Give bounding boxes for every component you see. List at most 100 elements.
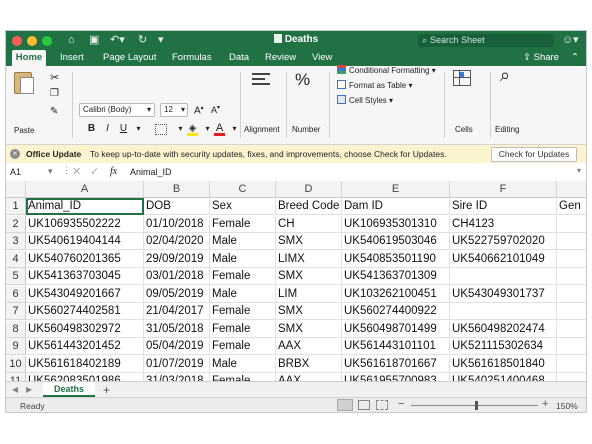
cell[interactable]: 05/04/2019 bbox=[144, 338, 210, 355]
alignment-icon[interactable] bbox=[252, 70, 270, 88]
cell[interactable]: Dam ID bbox=[342, 198, 450, 215]
cell[interactable]: UK560274402581 bbox=[26, 303, 144, 320]
borders-icon[interactable] bbox=[152, 122, 170, 135]
row-header[interactable]: 4 bbox=[6, 250, 26, 268]
cell[interactable]: AAX bbox=[276, 373, 342, 381]
select-all-corner[interactable] bbox=[6, 181, 26, 198]
cell[interactable]: UK543049201667 bbox=[26, 285, 144, 303]
cell[interactable]: 31/03/2018 bbox=[144, 373, 210, 381]
underline-button[interactable]: U bbox=[117, 122, 130, 135]
increase-font-size-icon[interactable]: A▴ bbox=[194, 104, 204, 116]
cell[interactable]: 01/07/2019 bbox=[144, 355, 210, 373]
font-size-select[interactable]: 12 ▾ bbox=[160, 103, 188, 117]
column-header[interactable] bbox=[557, 181, 586, 198]
row-header[interactable]: 11 bbox=[6, 373, 26, 381]
cell[interactable]: Female bbox=[210, 373, 276, 381]
cell[interactable]: UK106935502222 bbox=[26, 215, 144, 233]
page-break-view-icon[interactable] bbox=[376, 400, 388, 410]
column-header[interactable]: A bbox=[26, 181, 144, 198]
cell[interactable]: UK561618501840 bbox=[450, 355, 557, 373]
magnifier-icon[interactable]: ⌕ bbox=[500, 65, 510, 86]
row-header[interactable]: 2 bbox=[6, 215, 26, 233]
normal-view-icon[interactable] bbox=[337, 399, 353, 411]
cell[interactable]: UK561955700983 bbox=[342, 373, 450, 381]
cell[interactable]: UK560498701499 bbox=[342, 320, 450, 338]
cancel-icon[interactable]: ✕ bbox=[72, 165, 81, 178]
tab-review[interactable]: Review bbox=[265, 50, 296, 66]
cell[interactable]: Animal_ID bbox=[26, 198, 144, 215]
cell[interactable]: UK540619503046 bbox=[342, 233, 450, 250]
name-box[interactable]: A1 bbox=[10, 167, 21, 177]
cell[interactable] bbox=[557, 251, 586, 268]
cell[interactable]: UK540619404144 bbox=[26, 233, 144, 250]
page-layout-view-icon[interactable] bbox=[358, 400, 370, 410]
cell[interactable] bbox=[557, 286, 586, 303]
share-button[interactable]: ⇪ Share bbox=[523, 50, 559, 66]
cell[interactable]: Female bbox=[210, 268, 276, 285]
cell[interactable]: Female bbox=[210, 338, 276, 355]
cell[interactable]: UK562083501986 bbox=[26, 373, 144, 381]
font-name-select[interactable]: Calibri (Body) ▾ bbox=[79, 103, 155, 117]
zoom-in-icon[interactable]: + bbox=[542, 398, 548, 410]
cell[interactable] bbox=[557, 303, 586, 320]
next-sheet-icon[interactable]: ▶ bbox=[26, 385, 32, 394]
zoom-slider-thumb[interactable] bbox=[475, 401, 478, 410]
cell[interactable]: UK103262100451 bbox=[342, 285, 450, 303]
cell[interactable]: Sire ID bbox=[450, 198, 557, 215]
cell[interactable]: UK540251400468 bbox=[450, 373, 557, 381]
cell[interactable]: 31/05/2018 bbox=[144, 320, 210, 338]
cell[interactable]: UK561443201452 bbox=[26, 338, 144, 355]
add-sheet-button[interactable]: + bbox=[103, 383, 110, 397]
cell[interactable]: Breed Code bbox=[276, 198, 342, 215]
cell[interactable]: SMX bbox=[276, 268, 342, 285]
editing-button[interactable]: Editing bbox=[495, 125, 519, 134]
cell[interactable]: Female bbox=[210, 303, 276, 320]
conditional-formatting-button[interactable]: Conditional Formatting ▾ bbox=[337, 65, 436, 75]
column-header[interactable]: F bbox=[450, 181, 557, 198]
cell[interactable]: UK561618701667 bbox=[342, 355, 450, 373]
paste-icon[interactable] bbox=[14, 72, 34, 94]
cell[interactable]: CH4123 bbox=[450, 215, 557, 233]
bold-button[interactable]: B bbox=[85, 122, 98, 135]
tab-formulas[interactable]: Formulas bbox=[172, 50, 212, 66]
account-menu-icon[interactable]: ▾ bbox=[573, 33, 579, 47]
cell[interactable]: Male bbox=[210, 285, 276, 303]
zoom-out-icon[interactable]: − bbox=[398, 398, 404, 410]
column-header[interactable]: E bbox=[342, 181, 450, 198]
cell[interactable]: UK540760201365 bbox=[26, 250, 144, 268]
row-header[interactable]: 5 bbox=[6, 268, 26, 285]
cell[interactable]: UK540662101049 bbox=[450, 250, 557, 268]
alignment-button[interactable]: Alignment bbox=[244, 125, 280, 134]
cell[interactable]: UK560274400922 bbox=[342, 303, 450, 320]
cell-styles-button[interactable]: Cell Styles ▾ bbox=[337, 95, 393, 105]
cell[interactable]: UK541363701309 bbox=[342, 268, 450, 285]
percent-icon[interactable]: % bbox=[295, 70, 310, 90]
format-as-table-button[interactable]: Format as Table ▾ bbox=[337, 80, 412, 90]
cell[interactable]: Male bbox=[210, 250, 276, 268]
row-header[interactable]: 6 bbox=[6, 285, 26, 303]
tab-data[interactable]: Data bbox=[229, 50, 249, 66]
cell[interactable]: Sex bbox=[210, 198, 276, 215]
decrease-font-size-icon[interactable]: A▾ bbox=[211, 104, 220, 115]
cell[interactable]: UK522759702020 bbox=[450, 233, 557, 250]
cell[interactable]: UK561443101101 bbox=[342, 338, 450, 355]
expand-formula-bar-icon[interactable]: ▾ bbox=[577, 166, 581, 175]
row-header[interactable]: 8 bbox=[6, 320, 26, 338]
cell[interactable]: Male bbox=[210, 233, 276, 250]
cell[interactable]: Female bbox=[210, 215, 276, 233]
collapse-ribbon-icon[interactable]: ⌃ bbox=[571, 50, 579, 66]
font-color-icon[interactable]: A bbox=[213, 122, 226, 136]
row-header[interactable]: 3 bbox=[6, 233, 26, 250]
column-header[interactable]: B bbox=[144, 181, 210, 198]
cell[interactable]: AAX bbox=[276, 338, 342, 355]
cell[interactable] bbox=[450, 268, 557, 285]
number-button[interactable]: Number bbox=[292, 125, 320, 134]
format-painter-icon[interactable]: ✎ bbox=[50, 106, 58, 117]
cell[interactable] bbox=[557, 338, 586, 355]
tab-insert[interactable]: Insert bbox=[60, 50, 84, 66]
cell[interactable]: CH bbox=[276, 215, 342, 233]
cell[interactable] bbox=[557, 216, 586, 233]
formula-input[interactable]: Animal_ID bbox=[130, 167, 172, 177]
cell[interactable]: DOB bbox=[144, 198, 210, 215]
chevron-down-icon[interactable]: ▾ bbox=[132, 122, 145, 135]
